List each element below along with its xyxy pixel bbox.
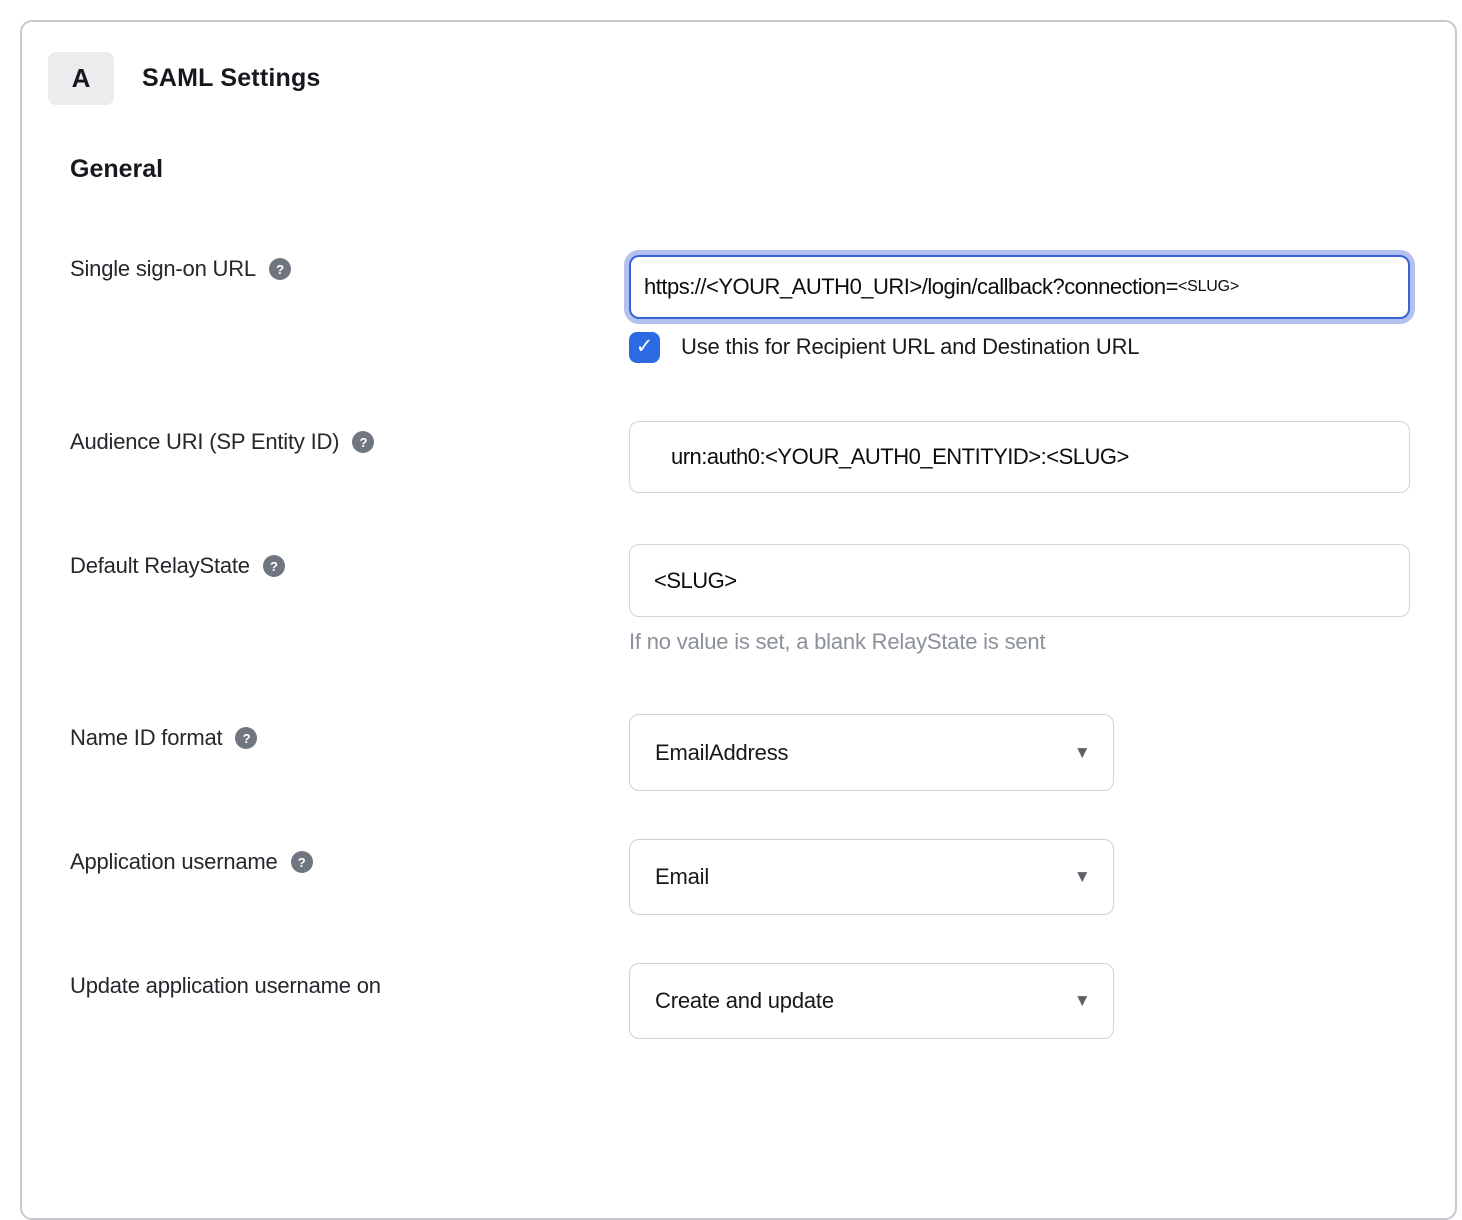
recipient-url-checkbox-row: ✓ Use this for Recipient URL and Destina… bbox=[629, 331, 1139, 363]
help-icon[interactable]: ? bbox=[235, 727, 257, 749]
update-username-label-row: Update application username on bbox=[70, 973, 381, 999]
section-title-general: General bbox=[70, 155, 163, 184]
app-username-select[interactable]: Email ▼ bbox=[629, 839, 1114, 915]
checkmark-icon: ✓ bbox=[636, 336, 654, 357]
help-icon[interactable]: ? bbox=[263, 555, 285, 577]
app-username-label-row: Application username ? bbox=[70, 849, 313, 875]
audience-uri-value: urn:auth0:<YOUR_AUTH0_ENTITYID>:<SLUG> bbox=[671, 444, 1129, 470]
sso-url-value: https://<YOUR_AUTH0_URI>/login/callback?… bbox=[644, 274, 1178, 300]
help-icon[interactable]: ? bbox=[291, 851, 313, 873]
chevron-down-icon: ▼ bbox=[1077, 870, 1087, 885]
name-id-format-value: EmailAddress bbox=[655, 740, 788, 766]
saml-settings-card: A SAML Settings General Single sign-on U… bbox=[20, 20, 1457, 1220]
sso-url-label-row: Single sign-on URL ? bbox=[70, 256, 291, 282]
app-username-label: Application username bbox=[70, 849, 278, 875]
name-id-format-label-row: Name ID format ? bbox=[70, 725, 257, 751]
update-username-label: Update application username on bbox=[70, 973, 381, 999]
audience-uri-label: Audience URI (SP Entity ID) bbox=[70, 429, 339, 455]
sso-url-value-slug: <SLUG> bbox=[1178, 278, 1239, 296]
chevron-down-icon: ▼ bbox=[1077, 994, 1087, 1009]
audience-uri-input[interactable]: urn:auth0:<YOUR_AUTH0_ENTITYID>:<SLUG> bbox=[629, 421, 1410, 493]
name-id-format-label: Name ID format bbox=[70, 725, 222, 751]
update-username-value: Create and update bbox=[655, 988, 834, 1014]
relay-state-label: Default RelayState bbox=[70, 553, 250, 579]
app-username-value: Email bbox=[655, 864, 709, 890]
recipient-url-checkbox-label: Use this for Recipient URL and Destinati… bbox=[681, 334, 1139, 360]
relay-state-value: <SLUG> bbox=[654, 568, 737, 594]
help-icon[interactable]: ? bbox=[269, 258, 291, 280]
step-badge-letter: A bbox=[72, 63, 91, 94]
chevron-down-icon: ▼ bbox=[1077, 745, 1087, 760]
relay-state-hint: If no value is set, a blank RelayState i… bbox=[629, 629, 1045, 655]
step-badge: A bbox=[48, 52, 114, 105]
page-title: SAML Settings bbox=[142, 52, 321, 105]
name-id-format-select[interactable]: EmailAddress ▼ bbox=[629, 714, 1114, 791]
update-username-select[interactable]: Create and update ▼ bbox=[629, 963, 1114, 1039]
sso-url-input[interactable]: https://<YOUR_AUTH0_URI>/login/callback?… bbox=[629, 255, 1410, 319]
sso-url-label: Single sign-on URL bbox=[70, 256, 256, 282]
relay-state-label-row: Default RelayState ? bbox=[70, 553, 285, 579]
recipient-url-checkbox[interactable]: ✓ bbox=[629, 332, 660, 363]
audience-uri-label-row: Audience URI (SP Entity ID) ? bbox=[70, 429, 374, 455]
relay-state-input[interactable]: <SLUG> bbox=[629, 544, 1410, 617]
help-icon[interactable]: ? bbox=[352, 431, 374, 453]
